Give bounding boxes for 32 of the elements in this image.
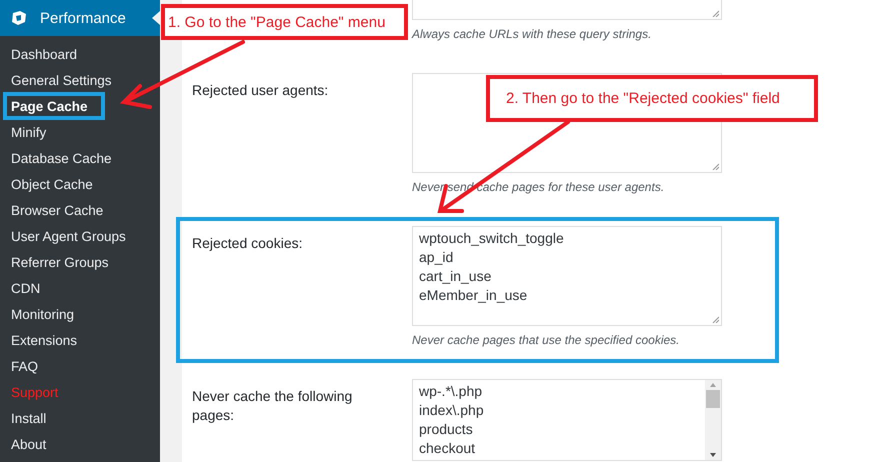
sidebar-item[interactable]: Object Cache (0, 171, 160, 197)
scroll-up-icon[interactable] (709, 382, 717, 388)
sidebar-item[interactable]: Dashboard (0, 41, 160, 67)
sidebar-item[interactable]: CDN (0, 275, 160, 301)
resize-grip-icon[interactable] (712, 10, 719, 17)
sidebar-item[interactable]: Monitoring (0, 301, 160, 327)
field-description: Never cache pages that use the specified cookies. (412, 332, 680, 348)
setting-label: Rejected user agents: (192, 81, 330, 100)
setting-label: Never cache the following pages: (192, 387, 354, 425)
sidebar-item[interactable]: Install (0, 405, 160, 431)
instruction-tooltip: 2. Then go to the "Rejected cookies" field (486, 75, 818, 122)
field-description: Always cache URLs with these query strings. (412, 26, 652, 42)
scroll-down-icon[interactable] (709, 452, 717, 458)
instruction-tooltip: 1. Go to the "Page Cache" menu (161, 4, 408, 40)
sidebar-item[interactable]: Database Cache (0, 145, 160, 171)
sidebar-item[interactable]: FAQ (0, 353, 160, 379)
setting-label: Rejected cookies: (192, 234, 304, 253)
sidebar-item[interactable]: Minify (0, 119, 160, 145)
text-area-field[interactable] (412, 0, 722, 20)
sidebar-item[interactable]: User Agent Groups (0, 223, 160, 249)
text-area-field[interactable]: wp-.*\.php index\.php products checkout (412, 379, 722, 461)
cube-logo-icon (10, 9, 28, 27)
text-area-field[interactable]: wptouch_switch_toggle ap_id cart_in_use eMember_in_use (412, 226, 722, 326)
sidebar-item[interactable]: Browser Cache (0, 197, 160, 223)
scrollbar[interactable] (705, 380, 721, 460)
sidebar-item[interactable]: General Settings (0, 67, 160, 93)
sidebar-item[interactable]: Referrer Groups (0, 249, 160, 275)
sidebar-item[interactable]: About (0, 431, 160, 457)
resize-grip-icon[interactable] (712, 163, 719, 170)
resize-grip-icon[interactable] (712, 316, 719, 323)
sidebar-item[interactable]: Extensions (0, 327, 160, 353)
scroll-thumb[interactable] (706, 390, 720, 408)
